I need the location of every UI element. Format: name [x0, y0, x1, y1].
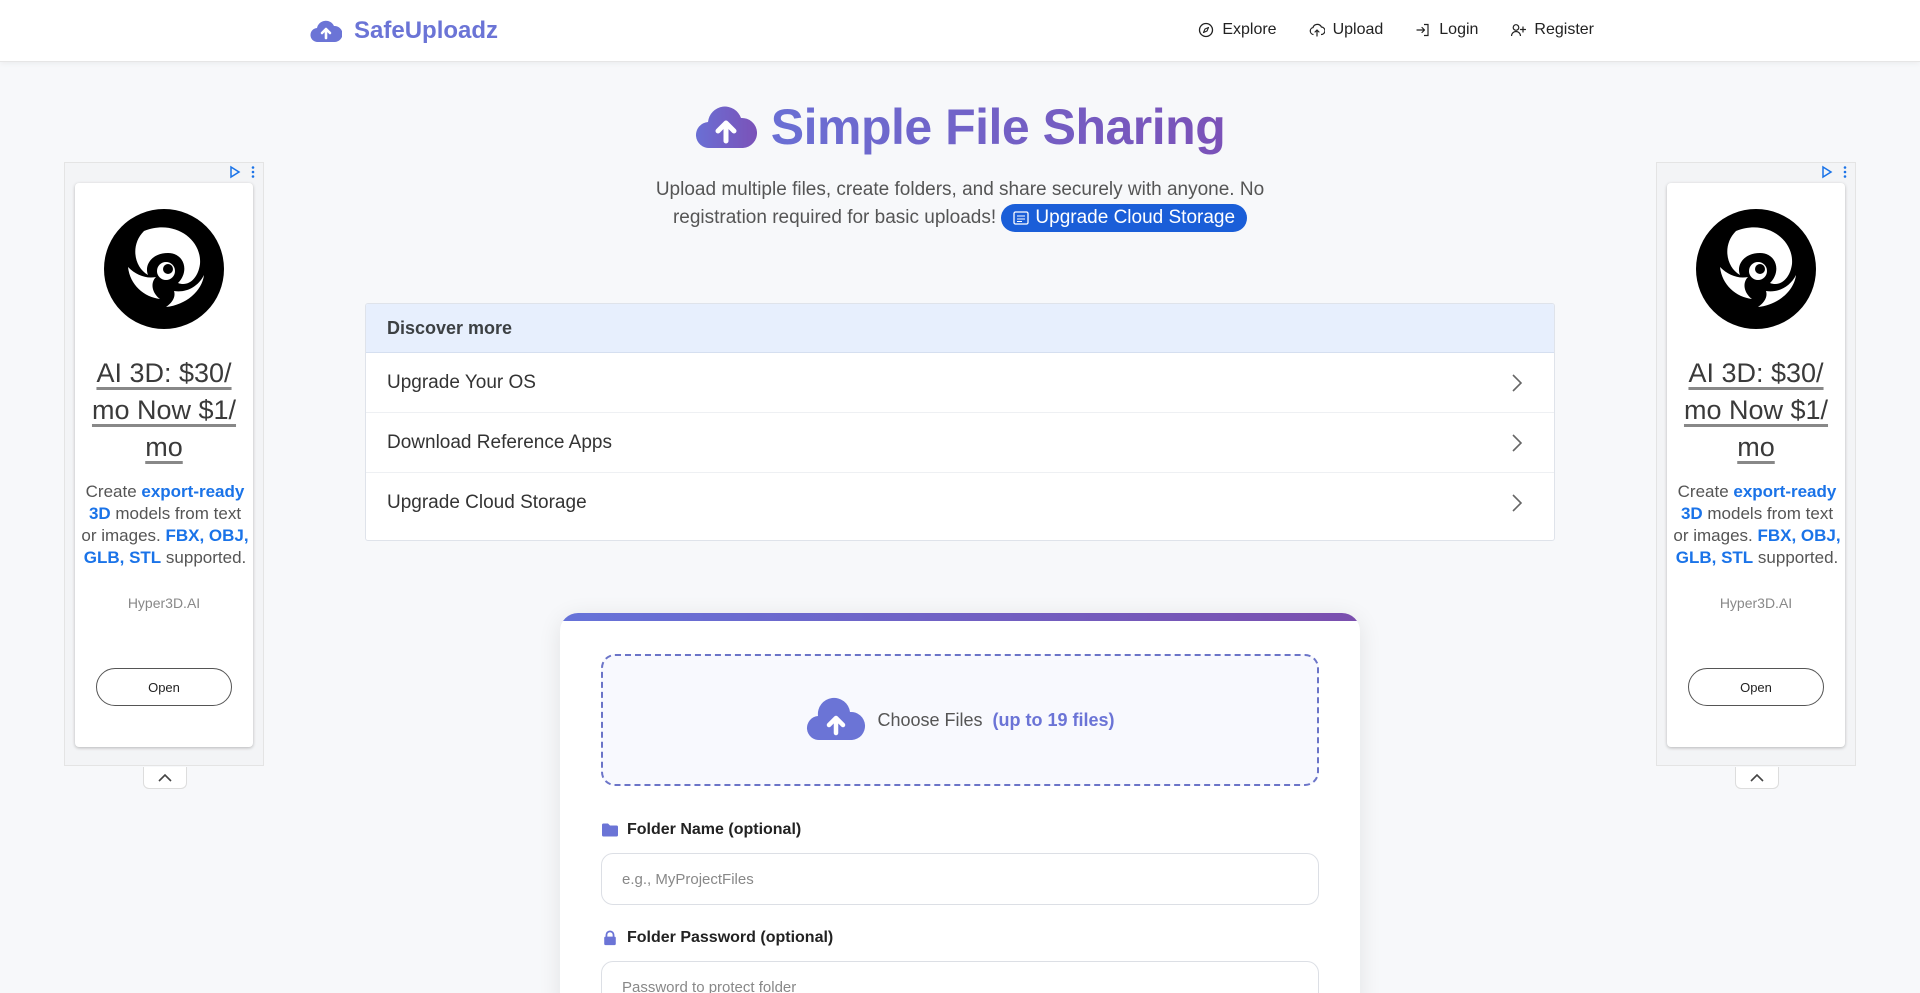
- ad-body: Create export-ready 3D models from text …: [1673, 481, 1841, 569]
- more-vertical-icon: [251, 166, 255, 178]
- page-title: Simple File Sharing: [770, 99, 1226, 155]
- discover-item-label: Download Reference Apps: [387, 431, 612, 453]
- upgrade-cloud-storage-button[interactable]: Upgrade Cloud Storage: [1001, 204, 1248, 232]
- ad-headline[interactable]: AI 3D: $30/ mo Now $1/ mo: [1671, 355, 1841, 466]
- folder-password-label: Folder Password (optional): [601, 929, 833, 947]
- ad-headline[interactable]: AI 3D: $30/ mo Now $1/ mo: [79, 355, 249, 466]
- discover-item[interactable]: Upgrade Cloud Storage: [366, 473, 1554, 533]
- ad-body: Create export-ready 3D models from text …: [81, 481, 249, 569]
- ad-right: AI 3D: $30/ mo Now $1/ mo Create export-…: [1656, 162, 1856, 789]
- discover-item[interactable]: Download Reference Apps: [366, 413, 1554, 473]
- upload-card: Choose Files (up to 19 files) Folder Nam…: [560, 613, 1360, 993]
- ad-choices-icon: [230, 165, 241, 179]
- brand-name: SafeUploadz: [354, 17, 499, 44]
- nav-upload-label: Upload: [1332, 21, 1384, 38]
- card-accent-bar: [560, 613, 1360, 621]
- user-plus-icon: [1511, 24, 1527, 37]
- file-limit-label: (up to 19 files): [992, 709, 1115, 730]
- cloud-upload-icon: [807, 697, 866, 741]
- hero-subtitle: Upload multiple files, create folders, a…: [620, 176, 1300, 232]
- ad-body-text: Create: [85, 482, 142, 501]
- hyper3d-logo-icon: [1696, 209, 1816, 329]
- nav-login[interactable]: Login: [1415, 18, 1478, 42]
- chevron-right-icon: [1512, 494, 1523, 512]
- cloud-upload-icon: [1309, 23, 1325, 37]
- nav-explore[interactable]: Explore: [1198, 18, 1277, 42]
- ad-open-button[interactable]: Open: [1688, 668, 1824, 706]
- folder-name-label-text: Folder Name (optional): [627, 821, 802, 838]
- folder-password-label-text: Folder Password (optional): [627, 929, 834, 946]
- ad-card[interactable]: AI 3D: $30/ mo Now $1/ mo Create export-…: [1667, 183, 1845, 747]
- hyper3d-logo-icon: [104, 209, 224, 329]
- hero-title: Simple File Sharing: [0, 98, 1920, 156]
- ad-open-button[interactable]: Open: [96, 668, 232, 706]
- cloud-upload-icon: [310, 20, 342, 43]
- discover-item[interactable]: Upgrade Your OS: [366, 353, 1554, 413]
- ad-body-text: supported.: [1753, 548, 1839, 567]
- ad-sponsor: Hyper3D.AI: [127, 595, 201, 611]
- ad-choices-icon: [1822, 165, 1833, 179]
- more-vertical-icon: [1843, 166, 1847, 178]
- login-icon: [1416, 23, 1429, 37]
- choose-files-label: Choose Files: [877, 709, 983, 730]
- ad-body-text: Create: [1677, 482, 1734, 501]
- nav-register-label: Register: [1534, 21, 1594, 38]
- chevron-up-icon: [1750, 773, 1764, 782]
- nav-register[interactable]: Register: [1510, 18, 1594, 42]
- nav-upload[interactable]: Upload: [1309, 18, 1384, 42]
- nav-explore-label: Explore: [1222, 21, 1277, 38]
- storage-card-icon: [1013, 211, 1030, 225]
- ad-choices[interactable]: [229, 165, 259, 179]
- ad-choices[interactable]: [1821, 165, 1851, 179]
- discover-more-panel: Discover more Upgrade Your OS Download R…: [365, 303, 1555, 541]
- folder-name-label: Folder Name (optional): [601, 821, 801, 839]
- folder-name-input[interactable]: [601, 853, 1319, 905]
- folder-icon: [602, 823, 618, 837]
- discover-item-label: Upgrade Cloud Storage: [387, 492, 587, 513]
- ad-collapse-button[interactable]: [143, 767, 187, 789]
- brand-logo-link[interactable]: SafeUploadz: [310, 14, 498, 48]
- upgrade-cloud-storage-label: Upgrade Cloud Storage: [1035, 207, 1236, 228]
- chevron-right-icon: [1512, 373, 1523, 392]
- nav-links: Explore Upload Login Register: [1198, 18, 1594, 42]
- ad-card[interactable]: AI 3D: $30/ mo Now $1/ mo Create export-…: [75, 183, 253, 747]
- compass-icon: [1199, 22, 1214, 38]
- ad-left: AI 3D: $30/ mo Now $1/ mo Create export-…: [64, 162, 264, 789]
- folder-password-input[interactable]: [601, 961, 1319, 993]
- chevron-up-icon: [158, 773, 172, 782]
- ad-sponsor: Hyper3D.AI: [1719, 595, 1793, 611]
- chevron-right-icon: [1512, 433, 1523, 452]
- lock-icon: [604, 930, 616, 946]
- cloud-upload-icon: [695, 106, 757, 149]
- navbar: SafeUploadz Explore Upload Login Registe…: [0, 0, 1920, 62]
- discover-item-label: Upgrade Your OS: [387, 371, 536, 393]
- file-dropzone[interactable]: Choose Files (up to 19 files): [601, 654, 1319, 786]
- discover-heading: Discover more: [366, 304, 1554, 353]
- ad-body-text: supported.: [161, 548, 247, 567]
- ad-collapse-button[interactable]: [1735, 767, 1779, 789]
- nav-login-label: Login: [1439, 21, 1479, 38]
